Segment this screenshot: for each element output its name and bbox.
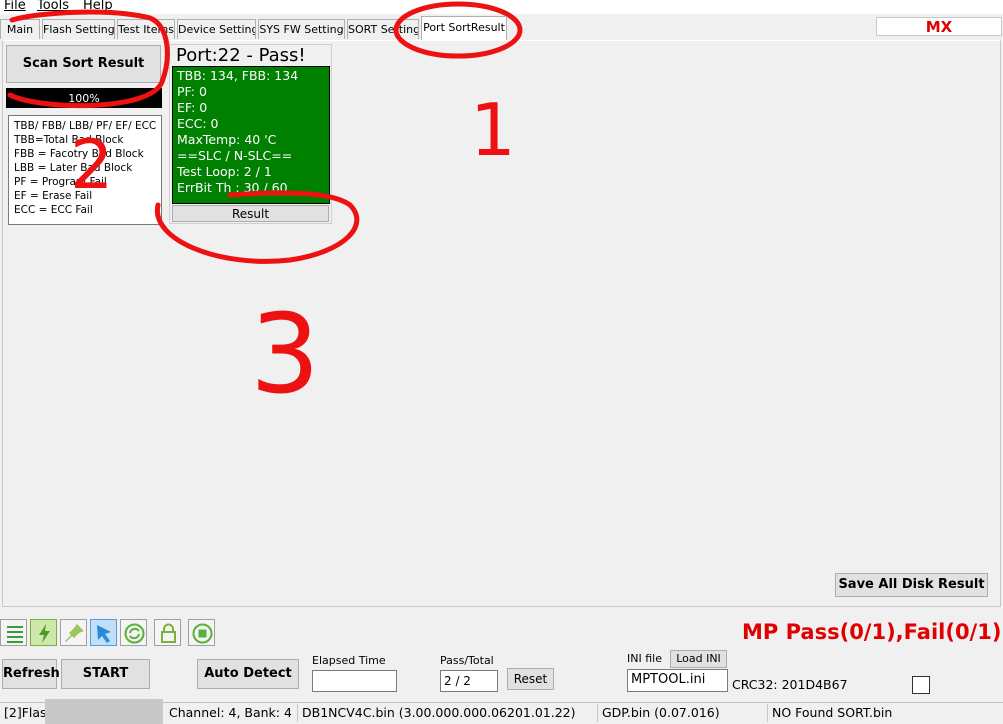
annotation-number-3: 3 — [250, 290, 320, 418]
annotation-layer: 1 2 3 — [7, 1, 523, 418]
annotation-number-1: 1 — [470, 88, 516, 172]
tab-port-sortresult[interactable]: Port SortResult — [421, 16, 507, 40]
annotation-number-2: 2 — [70, 126, 113, 205]
tab-port-sortresult-label: Port SortResult — [423, 21, 505, 34]
annotation-circle-scan — [7, 9, 170, 109]
annotation-circle-result — [154, 190, 360, 264]
